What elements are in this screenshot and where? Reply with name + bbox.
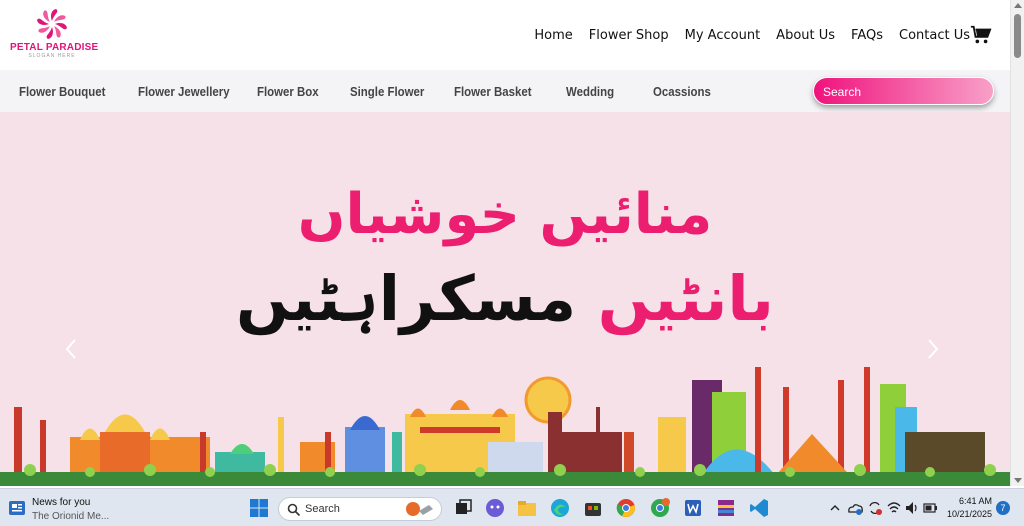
wifi-icon[interactable]: [886, 497, 902, 519]
category-ocassions[interactable]: Ocassions: [653, 84, 711, 99]
volume-icon[interactable]: [904, 497, 920, 519]
clock-date[interactable]: 10/21/2025: [938, 509, 992, 519]
flower-logo-icon: [37, 9, 67, 39]
chat-icon[interactable]: [484, 497, 506, 519]
page-scrollbar[interactable]: [1010, 0, 1024, 486]
site-logo[interactable]: PETAL PARADISE SLOGAN HERE: [10, 8, 99, 64]
search-placeholder: Search: [823, 85, 862, 99]
word-icon[interactable]: [682, 497, 704, 519]
vscode-icon[interactable]: [748, 497, 770, 519]
site-header: PETAL PARADISE SLOGAN HERE Home Flower S…: [0, 0, 1010, 70]
city-skyline-illustration: [0, 367, 1010, 486]
hero-banner: منائیں خوشیاں بانٹیں مسکراہٹیں: [0, 112, 1010, 486]
main-nav: Home Flower Shop My Account About Us FAQ…: [534, 28, 970, 43]
scroll-up-icon[interactable]: [1014, 3, 1022, 8]
news-title: News for you: [32, 497, 91, 508]
brand-slogan: SLOGAN HERE: [28, 53, 76, 59]
category-flower-bouquet[interactable]: Flower Bouquet: [19, 84, 105, 99]
search-icon: [287, 503, 301, 517]
category-flower-jewellery[interactable]: Flower Jewellery: [138, 84, 230, 99]
nav-faqs[interactable]: FAQs: [851, 28, 883, 43]
windows-start-icon[interactable]: [248, 497, 270, 519]
tray-overflow-chevron-icon[interactable]: [828, 497, 842, 519]
search-highlight-icon: [406, 502, 433, 516]
nav-contact-us[interactable]: Contact Us: [899, 28, 970, 43]
taskbar-search-label: Search: [305, 503, 340, 515]
winrar-icon[interactable]: [715, 497, 737, 519]
shopping-cart-icon[interactable]: [970, 24, 992, 46]
clock-time[interactable]: 6:41 AM: [946, 496, 992, 506]
edge-browser-icon[interactable]: [549, 497, 571, 519]
onedrive-icon[interactable]: [846, 497, 864, 519]
nav-about-us[interactable]: About Us: [776, 28, 835, 43]
file-explorer-icon[interactable]: [516, 497, 538, 519]
nav-my-account[interactable]: My Account: [685, 28, 761, 43]
scrollbar-thumb[interactable]: [1014, 14, 1021, 58]
hero-headline-pink: بانٹیں: [597, 262, 774, 335]
windows-taskbar: News for you The Orionid Me... Search 6:…: [0, 488, 1024, 526]
hero-headline-line2: بانٹیں مسکراہٹیں: [0, 262, 1010, 335]
category-wedding[interactable]: Wedding: [566, 84, 614, 99]
web-page: PETAL PARADISE SLOGAN HERE Home Flower S…: [0, 0, 1010, 486]
chrome-icon[interactable]: [615, 497, 637, 519]
news-icon: [9, 501, 25, 515]
battery-icon[interactable]: [922, 497, 938, 519]
category-flower-box[interactable]: Flower Box: [257, 84, 319, 99]
search-input[interactable]: Search: [813, 77, 994, 105]
category-single-flower[interactable]: Single Flower: [350, 84, 424, 99]
scroll-down-icon[interactable]: [1014, 478, 1022, 483]
task-view-icon[interactable]: [452, 497, 474, 519]
hero-headline-line1: منائیں خوشیاں: [297, 182, 713, 247]
nav-home[interactable]: Home: [534, 28, 572, 43]
chrome-profile-icon[interactable]: [649, 497, 671, 519]
hero-headline-black: مسکراہٹیں: [236, 262, 577, 335]
carousel-prev-icon[interactable]: [64, 338, 78, 360]
sync-icon[interactable]: [866, 497, 884, 519]
nav-flower-shop[interactable]: Flower Shop: [589, 28, 669, 43]
category-flower-basket[interactable]: Flower Basket: [454, 84, 532, 99]
carousel-next-icon[interactable]: [926, 338, 940, 360]
brand-name: PETAL PARADISE: [10, 42, 99, 53]
taskbar-search[interactable]: Search: [278, 497, 442, 521]
news-subtitle: The Orionid Me...: [32, 511, 110, 522]
notification-badge[interactable]: 7: [996, 501, 1010, 515]
store-icon[interactable]: [582, 497, 604, 519]
